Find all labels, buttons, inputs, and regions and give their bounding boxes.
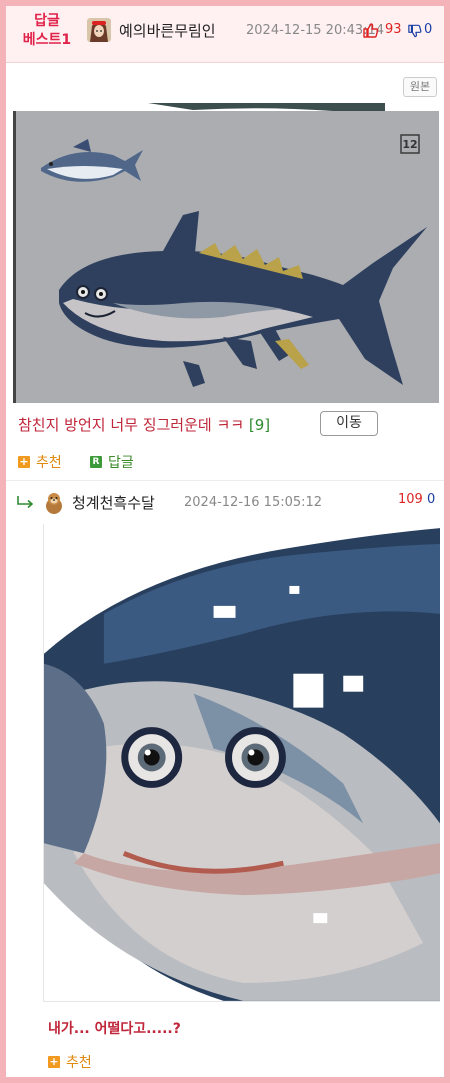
reply-recommend-button[interactable]: + 추천	[48, 1052, 92, 1072]
recommend-label: 추천	[36, 455, 62, 471]
recommend-button[interactable]: + 추천	[18, 452, 62, 472]
reply-label: 답글	[108, 455, 134, 471]
reply-r-icon: R	[90, 456, 102, 468]
upvote-count: 93	[385, 22, 402, 37]
downvote-count: 0	[424, 22, 433, 37]
tuna-illustration-image[interactable]: 12	[13, 103, 439, 403]
comment-count[interactable]: [9]	[249, 416, 270, 434]
original-image-button[interactable]: 원본	[403, 77, 437, 97]
tuna-face-closeup-image[interactable]	[43, 524, 440, 1002]
thumbs-down-icon[interactable]	[408, 23, 422, 42]
move-button[interactable]: 이동	[320, 411, 378, 436]
reply-upvote-count: 109	[398, 492, 423, 507]
reply-button[interactable]: R 답글	[90, 452, 134, 472]
thumbs-up-icon[interactable]	[363, 23, 379, 42]
author-avatar[interactable]	[87, 18, 111, 42]
reply-date: 2024-12-16 15:05:12	[184, 495, 323, 510]
image-number-badge: 12	[402, 138, 417, 151]
reply-author-name[interactable]: 청계천흑수달	[72, 492, 155, 513]
reply-downvote-count: 0	[426, 492, 436, 507]
reply-vote-counts: 109 0	[398, 492, 435, 507]
best-badge-line2: 베스트1	[22, 32, 72, 48]
plus-icon: +	[18, 455, 30, 468]
best-badge-line1: 답글	[34, 13, 60, 29]
plus-icon: +	[48, 1055, 60, 1068]
post-frame: 답글 베스트1 예의바른무림인 2024-12-15 20:43:14 93 0…	[6, 6, 444, 1077]
reply-caption: 내가... 어떨다고.....?	[48, 1021, 181, 1037]
author-name[interactable]: 예의바른무림인	[119, 20, 216, 41]
reply-arrow-icon	[16, 494, 34, 513]
post-header: 답글 베스트1 예의바른무림인 2024-12-15 20:43:14 93 0	[6, 6, 444, 63]
divider	[6, 480, 444, 481]
post-caption: 참친지 방언지 너무 징그러운데 ㅋㅋ [9]	[18, 414, 270, 435]
best-reply-badge: 답글 베스트1	[16, 12, 78, 50]
reply-recommend-label: 추천	[66, 1055, 92, 1071]
post-caption-text: 참친지 방언지 너무 징그러운데 ㅋㅋ	[18, 416, 245, 434]
reply-author-avatar[interactable]	[42, 490, 66, 514]
